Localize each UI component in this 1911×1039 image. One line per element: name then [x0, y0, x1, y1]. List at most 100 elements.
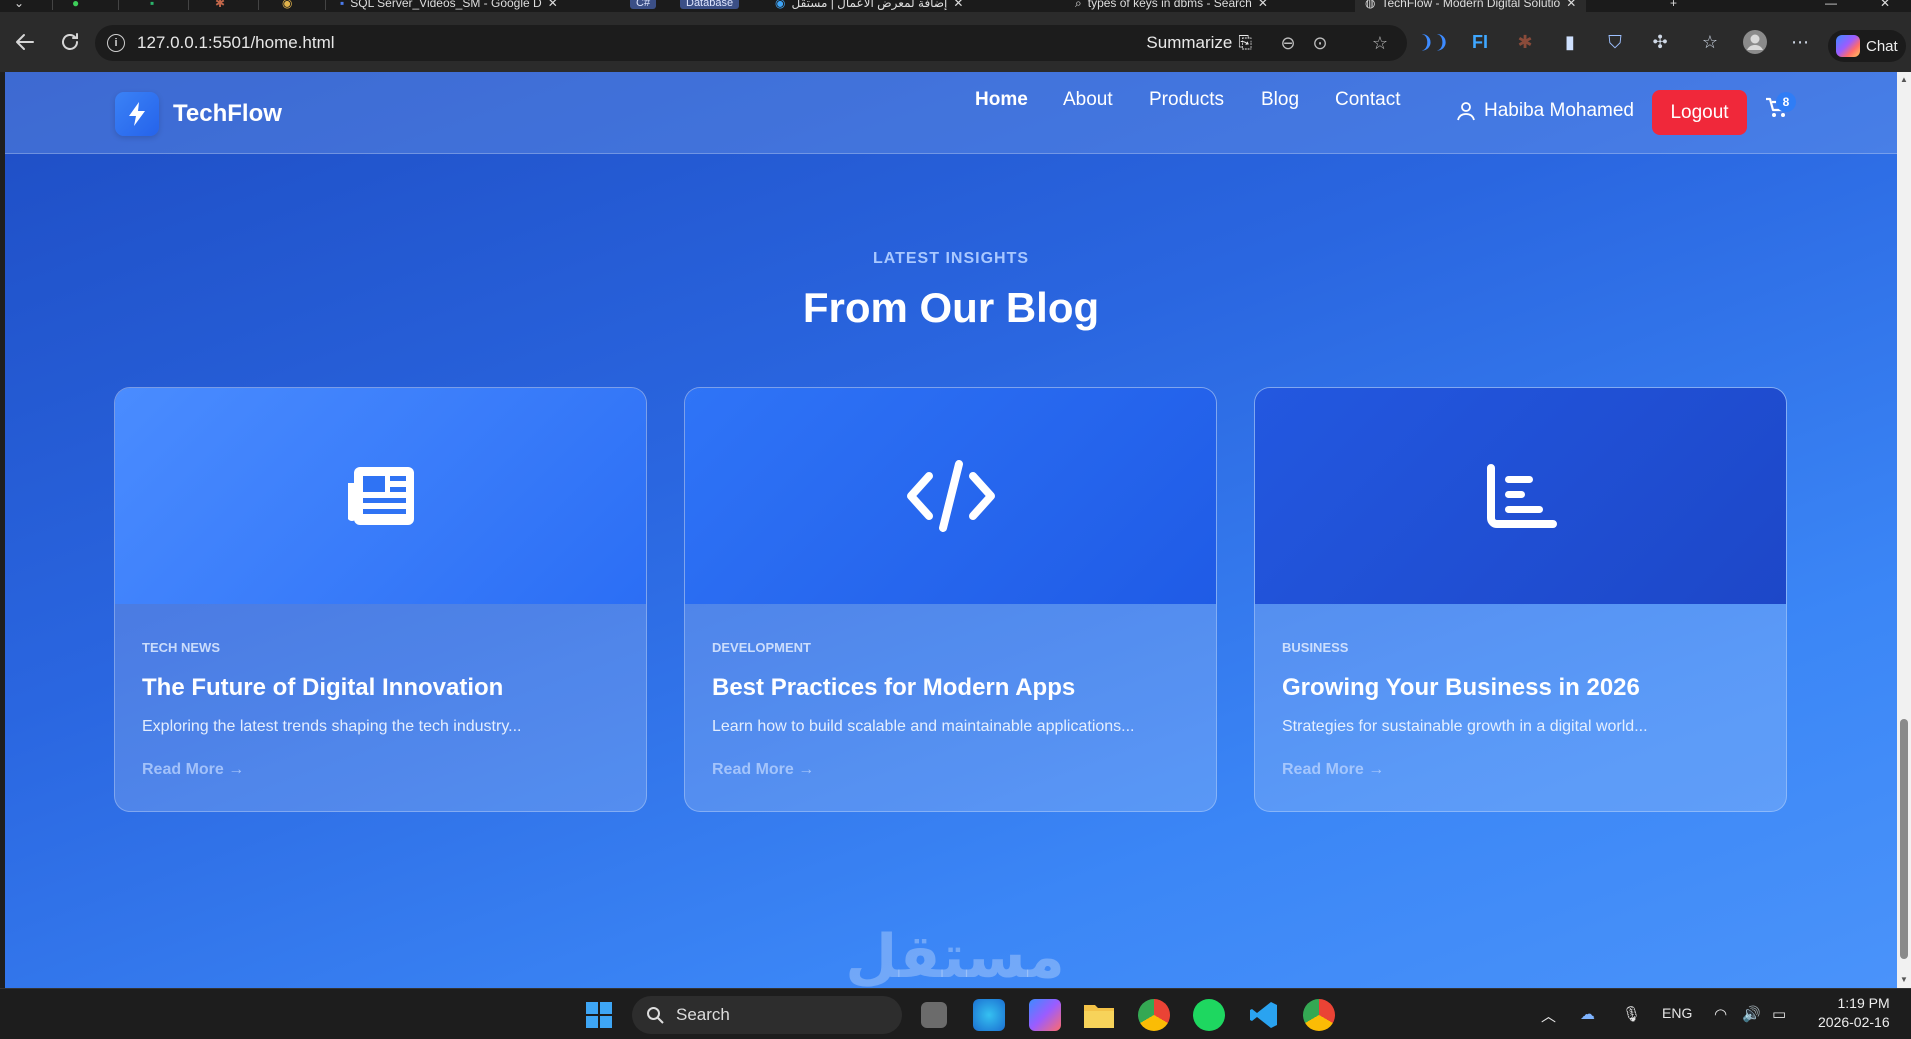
blog-card[interactable]: TECH NEWS The Future of Digital Innovati…	[114, 387, 647, 812]
extensions-puzzle-icon[interactable]: ✣	[1645, 27, 1675, 57]
brand-logo[interactable]: TechFlow	[115, 92, 282, 136]
task-view-icon[interactable]	[921, 1002, 947, 1028]
clock-time: 1:19 PM	[1837, 995, 1890, 1011]
plus-icon: +	[1670, 0, 1678, 10]
card-category: DEVELOPMENT	[712, 640, 811, 655]
language-indicator[interactable]: ENG	[1662, 1005, 1692, 1021]
url-text[interactable]: 127.0.0.1:5501/home.html	[137, 33, 335, 53]
menu-dots-icon[interactable]: ⋯	[1785, 27, 1815, 57]
scroll-up-icon[interactable]: ▲	[1900, 76, 1908, 84]
read-more-link[interactable]: Read More →	[1282, 761, 1384, 779]
read-more-link[interactable]: Read More →	[142, 761, 244, 779]
chevron-down-icon: ⌄	[14, 0, 25, 10]
new-tab-button[interactable]: +	[1670, 0, 1677, 12]
volume-icon[interactable]: 🔊	[1742, 1005, 1761, 1023]
tab-label: SQL Server_Videos_SM - Google D	[350, 0, 542, 10]
card-title[interactable]: The Future of Digital Innovation	[142, 674, 503, 702]
address-bar[interactable]: i 127.0.0.1:5501/home.html Summarize ⎘ ⊖…	[95, 25, 1407, 61]
globe-icon: ◍	[1365, 0, 1376, 10]
nav-link-products[interactable]: Products	[1149, 89, 1224, 111]
docs-icon: ▪	[340, 0, 345, 10]
summarize-icon: ⎘	[1238, 33, 1252, 52]
onedrive-icon[interactable]: ☁	[1580, 1005, 1595, 1023]
tab-pinned-3[interactable]: ✱	[215, 0, 225, 12]
cart-count-badge: 8	[1776, 92, 1796, 112]
blog-card[interactable]: DEVELOPMENT Best Practices for Modern Ap…	[684, 387, 1217, 812]
copilot-icon	[1836, 35, 1860, 57]
nav-link-home[interactable]: Home	[975, 89, 1028, 111]
scrollbar-thumb[interactable]	[1900, 719, 1908, 959]
tab-sql-videos[interactable]: ▪ SQL Server_Videos_SM - Google D ✕	[340, 0, 558, 12]
watermark-text: مستقل	[845, 923, 1065, 988]
tab-label: types of keys in dbms - Search	[1087, 0, 1252, 10]
tab-mostaql[interactable]: ◉ إضافة لمعرض الأعمال | مستقل ✕	[775, 0, 963, 12]
file-explorer-icon[interactable]	[1083, 999, 1115, 1031]
minimize-button[interactable]: —	[1825, 0, 1837, 12]
shield-icon[interactable]: ⛉	[1600, 27, 1630, 57]
favorite-star-icon[interactable]: ☆	[1369, 32, 1391, 54]
tab-dbms-search[interactable]: ⌕ types of keys in dbms - Search ✕	[1075, 0, 1268, 12]
chrome-profile-icon[interactable]	[1303, 999, 1335, 1031]
extension-doc-icon[interactable]: ▮	[1555, 27, 1585, 57]
taskbar-clock[interactable]: 1:19 PM 2026-02-16	[1818, 994, 1890, 1032]
battery-icon[interactable]: ▭	[1772, 1005, 1786, 1023]
browser-toolbar: i 127.0.0.1:5501/home.html Summarize ⎘ ⊖…	[0, 12, 1911, 72]
tray-chevron-icon[interactable]: ︿	[1541, 1005, 1556, 1026]
chart-icon	[1486, 464, 1557, 528]
tab-database[interactable]: Database	[680, 0, 740, 12]
page-scrollbar[interactable]: ▲ ▼	[1897, 72, 1911, 988]
nav-link-contact[interactable]: Contact	[1335, 89, 1400, 111]
scroll-down-icon[interactable]: ▼	[1900, 976, 1908, 984]
chrome-icon[interactable]	[1138, 999, 1170, 1031]
wifi-icon[interactable]: ◠	[1714, 1005, 1727, 1023]
nav-link-about[interactable]: About	[1063, 89, 1113, 111]
card-title[interactable]: Best Practices for Modern Apps	[712, 674, 1075, 702]
tab-menu-button[interactable]: ⌄	[14, 0, 24, 12]
tab-techflow[interactable]: ◍ TechFlow - Modern Digital Solutio ✕	[1355, 0, 1587, 12]
profile-avatar[interactable]	[1740, 27, 1770, 57]
logout-button[interactable]: Logout	[1652, 90, 1747, 135]
windows-logo-icon	[586, 1002, 612, 1028]
blog-card[interactable]: BUSINESS Growing Your Business in 2026 S…	[1254, 387, 1787, 812]
favorites-icon[interactable]: ☆	[1695, 27, 1725, 57]
nav-link-blog[interactable]: Blog	[1261, 89, 1299, 111]
microphone-icon[interactable]: 🎙	[1622, 1005, 1641, 1023]
start-button[interactable]	[583, 999, 615, 1031]
extension-fi-icon[interactable]: FI	[1465, 27, 1495, 57]
close-icon[interactable]: ✕	[1566, 0, 1576, 10]
tab-sheets[interactable]: ▪	[150, 0, 154, 12]
read-more-link[interactable]: Read More →	[712, 761, 814, 779]
avatar-icon	[1743, 30, 1767, 54]
user-profile-link[interactable]: Habiba Mohamed	[1456, 100, 1634, 122]
lightning-icon	[115, 92, 159, 136]
close-icon[interactable]: ✕	[1258, 0, 1268, 10]
copilot-app-icon[interactable]	[1029, 999, 1061, 1031]
tab-label: Database	[680, 0, 740, 9]
tab-pinned-4[interactable]: ◉	[282, 0, 292, 12]
summarize-button[interactable]: Summarize ⎘	[1146, 33, 1252, 53]
read-aloud-icon[interactable]: ❩❩	[1419, 27, 1449, 57]
vscode-icon[interactable]	[1248, 999, 1280, 1031]
copilot-chat-button[interactable]: Chat	[1828, 30, 1906, 62]
card-category: BUSINESS	[1282, 640, 1349, 655]
tab-whatsapp[interactable]: ●	[72, 0, 79, 12]
tab-csharp[interactable]: C#	[630, 0, 657, 12]
close-icon[interactable]: ✕	[548, 0, 558, 10]
card-title[interactable]: Growing Your Business in 2026	[1282, 674, 1640, 702]
bug-icon: ✱	[215, 0, 226, 10]
close-window-button[interactable]: ✕	[1880, 0, 1890, 12]
site-info-icon[interactable]: i	[107, 34, 125, 52]
extension-bug-icon[interactable]: ✱	[1510, 27, 1540, 57]
card-excerpt: Strategies for sustainable growth in a d…	[1282, 718, 1648, 735]
back-arrow-icon	[16, 34, 34, 50]
back-button[interactable]	[10, 27, 40, 57]
more-options-circle-icon[interactable]: ⊙	[1309, 32, 1331, 54]
user-icon	[1457, 102, 1475, 121]
taskbar-search[interactable]: Search	[632, 996, 902, 1034]
newspaper-icon	[347, 467, 414, 525]
zoom-out-icon[interactable]: ⊖	[1277, 32, 1299, 54]
edge-icon[interactable]	[973, 999, 1005, 1031]
spotify-icon[interactable]	[1193, 999, 1225, 1031]
reload-button[interactable]	[55, 27, 85, 57]
close-icon[interactable]: ✕	[953, 0, 963, 10]
